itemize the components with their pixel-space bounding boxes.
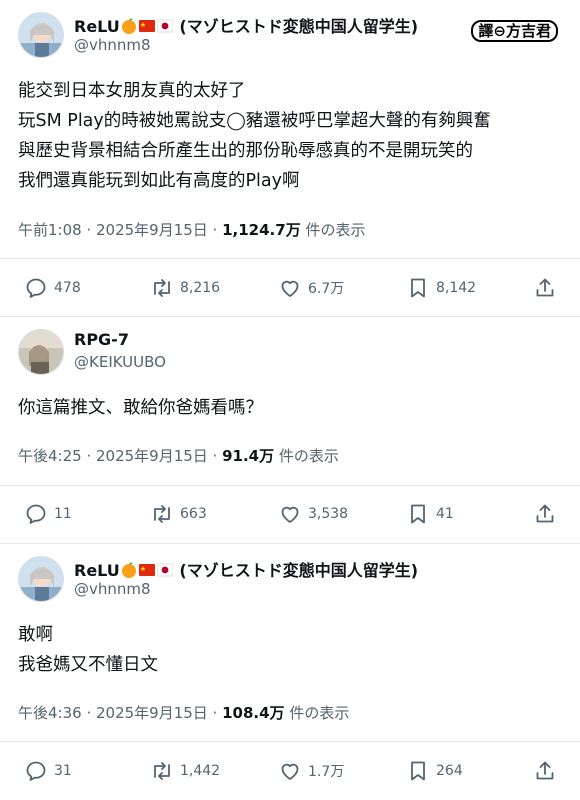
china-flag-icon [138, 20, 155, 32]
like-icon [281, 506, 299, 523]
timestamp[interactable]: 午後4:25 · 2025年9月15日 · [18, 447, 222, 465]
view-label: 件の表示 [300, 221, 366, 239]
retweet-button[interactable]: 663 [150, 502, 207, 526]
tweet-text: 你這篇推文、敢給你爸媽看嗎？ [18, 393, 263, 423]
japan-flag-icon [156, 563, 173, 577]
share-button[interactable] [533, 276, 557, 300]
avatar[interactable] [18, 329, 64, 375]
like-count: 1.7万 [308, 764, 345, 780]
china-flag-icon [138, 564, 155, 576]
reply-count: 31 [54, 763, 72, 779]
avatar-image [19, 13, 63, 57]
tweet-meta: 午後4:36 · 2025年9月15日 · 108.4万 件の表示 [18, 702, 349, 723]
display-name-suffix: (マゾヒストド変態中国人留学生) [179, 561, 419, 580]
share-icon [536, 278, 554, 297]
like-button[interactable]: 6.7万 [278, 276, 344, 300]
display-name-text: ReLU [74, 561, 120, 580]
avatar-image [19, 557, 63, 601]
retweet-icon [154, 279, 170, 297]
tweet-header: ReLU (マゾヒストド変態中国人留学生) @vhnnm8 [18, 12, 558, 62]
orange-emoji-icon [121, 18, 136, 34]
retweet-count: 8,216 [180, 280, 221, 296]
timestamp[interactable]: 午前1:08 · 2025年9月15日 · [18, 221, 222, 239]
bookmark-count: 8,142 [436, 280, 477, 296]
tweet-line: 你這篇推文、敢給你爸媽看嗎？ [18, 398, 263, 418]
tweet-header: RPG-7 @KEIKUUBO [18, 329, 558, 379]
japan-flag-icon [156, 19, 173, 33]
like-count: 3,538 [308, 506, 349, 522]
tweet-text: 能交到日本女朋友真的太好了 玩SM Play的時被她罵說支◯豬還被呼巴掌超大聲的… [18, 76, 491, 196]
share-icon [536, 761, 554, 780]
display-name-suffix: (マゾヒストド変態中国人留学生) [179, 17, 419, 36]
tweet-header: ReLU (マゾヒストド変態中国人留学生) @vhnnm8 [18, 556, 558, 606]
tweet-line: 與歷史背景相結合所產生出的那份恥辱感真的不是開玩笑的 [18, 141, 473, 161]
divider [0, 741, 580, 742]
avatar[interactable] [18, 12, 64, 58]
share-button[interactable] [533, 502, 557, 526]
retweet-count: 663 [180, 506, 207, 522]
like-icon [281, 280, 299, 297]
retweet-button[interactable]: 8,216 [150, 276, 220, 300]
view-count: 108.4万 [222, 704, 285, 722]
bookmark-button[interactable]: 41 [406, 502, 454, 526]
reply-count: 11 [54, 506, 72, 522]
retweet-icon [154, 505, 170, 523]
divider [0, 543, 580, 544]
reply-icon [26, 278, 46, 298]
divider [0, 258, 580, 259]
action-bar: 478 8,216 6.7万 8,142 [0, 276, 580, 302]
tweet-line: 我們還真能玩到如此有高度的Play啊 [18, 171, 300, 191]
bookmark-icon [411, 278, 425, 298]
tweet-line: 敢啊 [18, 625, 53, 645]
view-count: 1,124.7万 [222, 221, 301, 239]
bookmark-button[interactable]: 264 [406, 759, 463, 783]
tweet-line: 我爸媽又不懂日文 [18, 655, 158, 675]
tweet-text: 敢啊 我爸媽又不懂日文 [18, 620, 158, 680]
share-button[interactable] [533, 759, 557, 783]
like-icon [281, 763, 299, 780]
bookmark-button[interactable]: 8,142 [406, 276, 476, 300]
reply-count: 478 [54, 280, 81, 296]
display-name-text: RPG-7 [74, 330, 129, 349]
display-name[interactable]: ReLU (マゾヒストド変態中国人留学生) [74, 13, 418, 37]
retweet-count: 1,442 [180, 763, 221, 779]
reply-button[interactable]: 478 [24, 276, 81, 300]
bookmark-count: 41 [436, 506, 454, 522]
tweet-line: 玩SM Play的時被她罵說支◯豬還被呼巴掌超大聲的有夠興奮 [18, 111, 491, 131]
timestamp[interactable]: 午後4:36 · 2025年9月15日 · [18, 704, 222, 722]
tweet-line: 能交到日本女朋友真的太好了 [18, 81, 246, 101]
tweet-meta: 午後4:25 · 2025年9月15日 · 91.4万 件の表示 [18, 445, 339, 466]
display-name-text: ReLU [74, 17, 120, 36]
action-bar: 31 1,442 1.7万 264 [0, 759, 580, 785]
reply-icon [26, 761, 46, 781]
like-button[interactable]: 3,538 [278, 502, 348, 526]
reply-icon [26, 504, 46, 524]
orange-emoji-icon [121, 562, 136, 578]
retweet-icon [154, 762, 170, 780]
like-button[interactable]: 1.7万 [278, 759, 344, 783]
tweet-meta: 午前1:08 · 2025年9月15日 · 1,124.7万 件の表示 [18, 219, 365, 240]
divider [0, 485, 580, 486]
bookmark-count: 264 [436, 763, 463, 779]
like-count: 6.7万 [308, 281, 345, 297]
divider [0, 316, 580, 317]
view-label: 件の表示 [274, 447, 339, 465]
handle[interactable]: @vhnnm8 [74, 36, 151, 54]
view-label: 件の表示 [284, 704, 350, 722]
display-name[interactable]: RPG-7 [74, 330, 129, 349]
avatar-image [19, 330, 63, 374]
reply-button[interactable]: 31 [24, 759, 72, 783]
display-name[interactable]: ReLU (マゾヒストド変態中国人留学生) [74, 557, 418, 581]
handle[interactable]: @vhnnm8 [74, 580, 151, 598]
share-icon [536, 504, 554, 523]
action-bar: 11 663 3,538 41 [0, 502, 580, 528]
bookmark-icon [411, 504, 425, 524]
bookmark-icon [411, 761, 425, 781]
handle[interactable]: @KEIKUUBO [74, 353, 166, 371]
retweet-button[interactable]: 1,442 [150, 759, 220, 783]
view-count: 91.4万 [222, 447, 275, 465]
avatar[interactable] [18, 556, 64, 602]
reply-button[interactable]: 11 [24, 502, 72, 526]
